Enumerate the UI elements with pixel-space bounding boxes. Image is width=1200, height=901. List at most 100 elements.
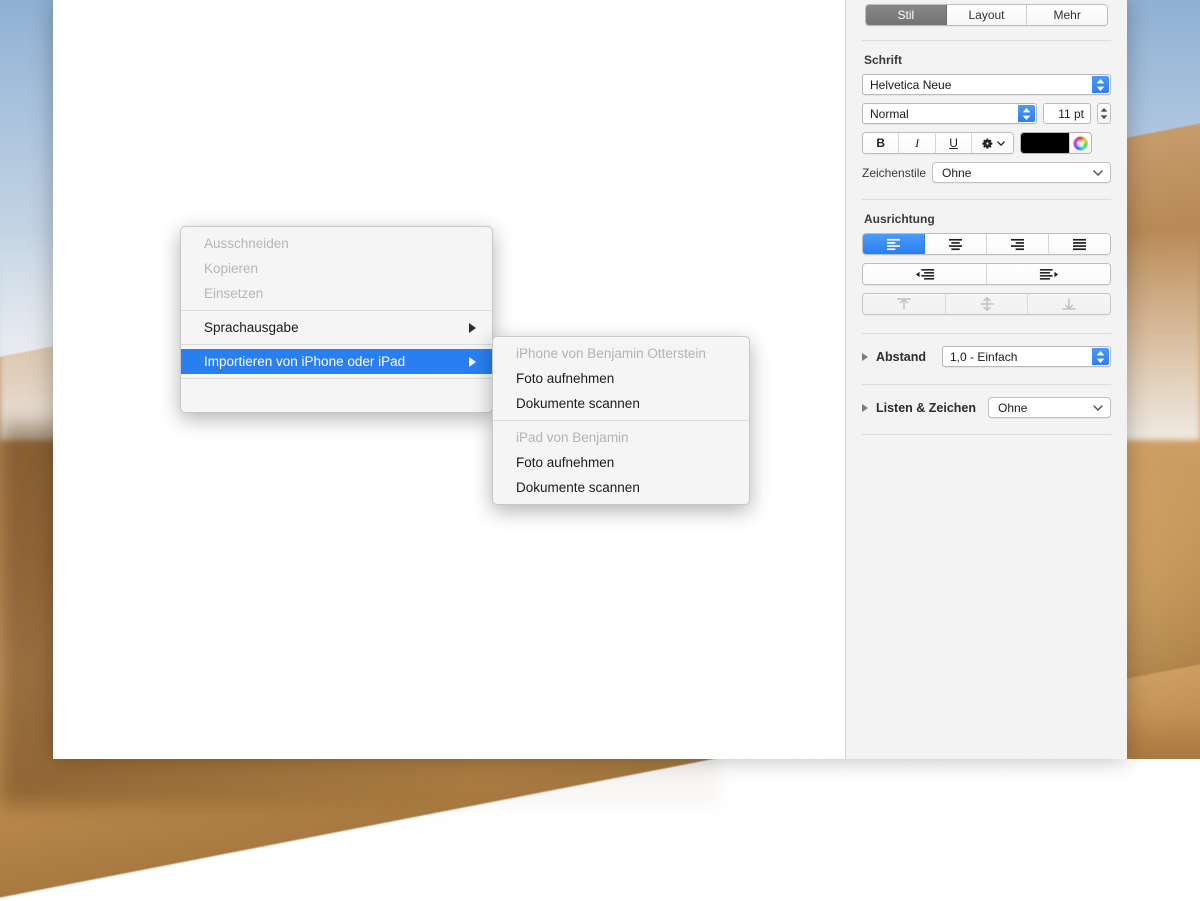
tab-mehr[interactable]: Mehr — [1027, 5, 1107, 25]
align-center-icon — [948, 238, 963, 251]
spacing-value: 1,0 - Einfach — [950, 350, 1017, 364]
divider-below-tabs — [862, 40, 1111, 41]
align-top-button — [863, 294, 946, 314]
submenu-header-ipad: iPad von Benjamin — [493, 425, 749, 450]
submenu-item-ipad-take-photo[interactable]: Foto aufnehmen — [493, 450, 749, 475]
tab-mehr-label: Mehr — [1054, 8, 1081, 22]
menu-item-cut: Ausschneiden — [181, 231, 492, 256]
align-right-icon — [1010, 238, 1025, 251]
submenu-separator — [493, 420, 749, 421]
tab-stil-label: Stil — [898, 8, 915, 22]
submenu-item-ipad-scan-documents[interactable]: Dokumente scannen — [493, 475, 749, 500]
chevron-down-icon — [1100, 115, 1108, 119]
spacing-stepper-arrows[interactable] — [1092, 348, 1109, 365]
vertical-alignment-group — [862, 293, 1111, 315]
color-wheel-button[interactable] — [1069, 133, 1091, 153]
font-weight-value: Normal — [870, 107, 909, 121]
import-submenu: iPhone von Benjamin Otterstein Foto aufn… — [492, 336, 750, 505]
text-style-button-group: B I U — [862, 132, 1014, 154]
submenu-arrow-icon — [469, 357, 476, 367]
align-left-icon — [886, 238, 901, 251]
chevron-up-icon — [1096, 351, 1105, 356]
submenu-item-iphone-take-photo-label: Foto aufnehmen — [516, 371, 614, 386]
chevron-up-icon — [1100, 108, 1108, 112]
underline-label: U — [949, 136, 958, 150]
decrease-indent-icon — [915, 268, 935, 281]
character-styles-value: Ohne — [942, 166, 971, 180]
context-menu: Ausschneiden Kopieren Einsetzen Sprachau… — [180, 226, 493, 413]
submenu-item-iphone-scan-documents[interactable]: Dokumente scannen — [493, 391, 749, 416]
menu-item-copy-label: Kopieren — [204, 261, 258, 276]
inspector-tab-bar: Stil Layout Mehr — [865, 4, 1108, 26]
menu-item-copy: Kopieren — [181, 256, 492, 281]
menu-item-paste: Einsetzen — [181, 281, 492, 306]
underline-button[interactable]: U — [936, 133, 972, 153]
bold-button[interactable]: B — [863, 133, 899, 153]
submenu-item-iphone-scan-documents-label: Dokumente scannen — [516, 396, 640, 411]
chevron-down-icon — [1096, 86, 1105, 91]
submenu-header-ipad-label: iPad von Benjamin — [516, 430, 629, 445]
tab-layout-label: Layout — [968, 8, 1004, 22]
font-weight-popup[interactable]: Normal — [862, 103, 1037, 124]
character-styles-label: Zeichenstile — [862, 166, 926, 180]
align-middle-icon — [979, 297, 995, 311]
font-style-row: B I U — [862, 132, 1111, 154]
character-styles-pulldown[interactable]: Ohne — [932, 162, 1111, 183]
chevron-up-icon — [1096, 79, 1105, 84]
menu-item-speech-label: Sprachausgabe — [204, 320, 299, 335]
submenu-item-ipad-take-photo-label: Foto aufnehmen — [516, 455, 614, 470]
font-family-value: Helvetica Neue — [870, 78, 951, 92]
spacing-popup[interactable]: 1,0 - Einfach — [942, 346, 1111, 367]
alignment-section-title: Ausrichtung — [864, 212, 1111, 226]
decrease-indent-button[interactable] — [863, 264, 987, 284]
chevron-down-icon — [1022, 115, 1031, 120]
font-size-stepper[interactable] — [1097, 103, 1111, 124]
spacing-label: Abstand — [876, 350, 926, 364]
font-family-popup[interactable]: Helvetica Neue — [862, 74, 1111, 95]
chevron-up-icon — [1022, 108, 1031, 113]
menu-item-cut-label: Ausschneiden — [204, 236, 289, 251]
font-weight-stepper-arrows[interactable] — [1018, 105, 1035, 122]
menu-separator — [181, 344, 492, 345]
lists-value: Ohne — [998, 401, 1027, 415]
italic-button[interactable]: I — [899, 133, 935, 153]
text-color-swatch[interactable] — [1021, 133, 1069, 153]
font-size-field[interactable]: 11 pt — [1043, 103, 1091, 124]
align-center-button[interactable] — [925, 234, 987, 254]
indent-group — [862, 263, 1111, 285]
divider-below-spacing — [862, 384, 1111, 385]
align-middle-button — [946, 294, 1029, 314]
menu-item-paste-label: Einsetzen — [204, 286, 263, 301]
menu-item-import-image[interactable] — [181, 383, 492, 408]
text-options-button[interactable] — [972, 133, 1013, 153]
increase-indent-button[interactable] — [987, 264, 1110, 284]
submenu-header-iphone-label: iPhone von Benjamin Otterstein — [516, 346, 706, 361]
chevron-down-icon — [1096, 358, 1105, 363]
align-bottom-icon — [1061, 297, 1077, 311]
disclosure-triangle-icon[interactable] — [862, 404, 868, 412]
align-bottom-button — [1028, 294, 1110, 314]
menu-separator — [181, 378, 492, 379]
disclosure-triangle-icon[interactable] — [862, 353, 868, 361]
text-color-well[interactable] — [1020, 132, 1092, 154]
gear-icon — [981, 137, 994, 150]
align-top-icon — [896, 297, 912, 311]
align-left-button[interactable] — [863, 234, 925, 254]
align-right-button[interactable] — [987, 234, 1049, 254]
menu-item-import-from-iphone-or-ipad[interactable]: Importieren von iPhone oder iPad — [181, 349, 492, 374]
lists-label: Listen & Zeichen — [876, 401, 976, 415]
align-justify-icon — [1072, 238, 1087, 251]
chevron-down-icon — [1093, 170, 1103, 176]
submenu-item-iphone-take-photo[interactable]: Foto aufnehmen — [493, 366, 749, 391]
align-justify-button[interactable] — [1049, 234, 1110, 254]
font-family-stepper-arrows[interactable] — [1092, 76, 1109, 93]
tab-stil[interactable]: Stil — [866, 5, 947, 25]
divider-below-lists — [862, 434, 1111, 435]
font-section-title: Schrift — [864, 53, 1111, 67]
tab-layout[interactable]: Layout — [947, 5, 1028, 25]
color-wheel-icon — [1073, 136, 1088, 151]
menu-item-speech[interactable]: Sprachausgabe — [181, 315, 492, 340]
lists-pulldown[interactable]: Ohne — [988, 397, 1111, 418]
horizontal-alignment-group — [862, 233, 1111, 255]
divider-below-alignment — [862, 333, 1111, 334]
